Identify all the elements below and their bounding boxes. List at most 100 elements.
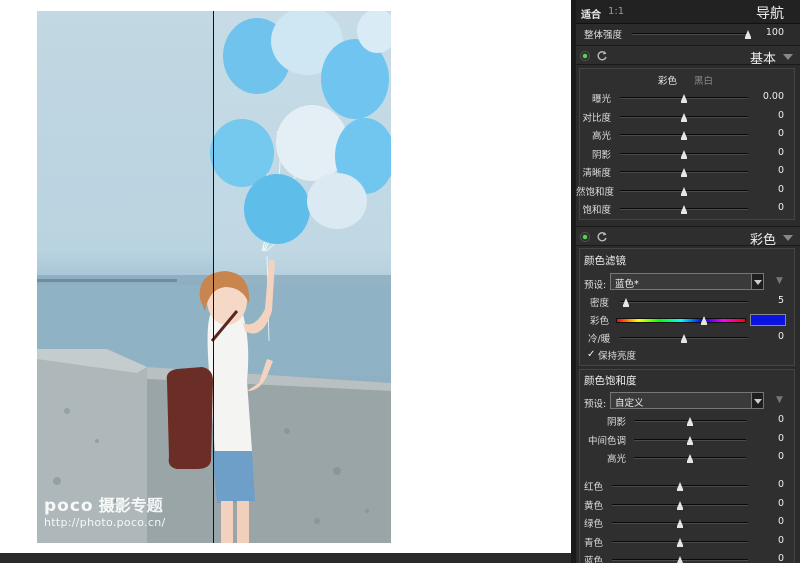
slider-thumb[interactable] (681, 94, 687, 103)
slider-value: 0 (777, 432, 784, 444)
slider-value: 0 (777, 128, 784, 139)
filter-color-swatch[interactable] (750, 314, 786, 326)
hue-row: 彩色 (576, 312, 800, 328)
slider-label: 绿色 (583, 519, 603, 530)
slider-track[interactable] (612, 500, 748, 510)
checkmark-icon[interactable]: ✓ (587, 350, 596, 360)
slider-label: 阴影 (591, 149, 611, 161)
enable-toggle-icon[interactable] (580, 232, 590, 242)
slider-value: 0 (777, 516, 784, 527)
slider-thumb[interactable] (681, 334, 687, 343)
warmth-slider[interactable] (620, 334, 748, 343)
slider-row: 对比度 0 (576, 109, 800, 125)
collapse-arrow-icon[interactable] (783, 54, 793, 60)
basic-section-header[interactable]: 基本 (576, 45, 800, 67)
slider-value: 0 (777, 479, 784, 490)
slider-thumb[interactable] (677, 519, 683, 528)
slider-value: 0 (777, 553, 784, 563)
enable-toggle-icon[interactable] (580, 51, 590, 61)
slider-label: 阴影 (606, 417, 626, 428)
slider-label: 蓝色 (583, 556, 603, 563)
density-label: 密度 (590, 298, 610, 309)
slider-thumb[interactable] (677, 482, 683, 491)
preserve-luminosity-label[interactable]: 保持亮度 (598, 348, 636, 362)
eyedropper-icon[interactable]: ▼ (776, 395, 786, 405)
basic-mode-tabs: 彩色 黑白 (576, 72, 800, 88)
tab-color[interactable]: 彩色 (658, 73, 677, 87)
slider-value: 0.00 (762, 91, 784, 102)
slider-label: 青色 (583, 537, 603, 549)
slider-track[interactable] (612, 537, 748, 547)
slider-thumb[interactable] (681, 205, 687, 214)
slider-thumb[interactable] (687, 454, 693, 463)
watermark: poco 摄影专题 http://photo.poco.cn/ (44, 498, 166, 529)
collapse-arrow-icon[interactable] (783, 235, 793, 241)
slider-row: 阴影 0 (576, 413, 800, 429)
slider-thumb[interactable] (681, 168, 687, 177)
canvas-status-bar (0, 553, 571, 563)
slider-track[interactable] (620, 94, 748, 103)
slider-value: 0 (777, 202, 784, 213)
slider-thumb[interactable] (681, 149, 687, 159)
slider-value: 0 (777, 414, 784, 425)
slider-row: 红色 0 (576, 478, 800, 494)
slider-thumb[interactable] (623, 298, 630, 307)
preserve-luminosity-row: ✓ 保持亮度 (576, 347, 800, 363)
chevron-down-icon[interactable] (751, 273, 764, 290)
warmth-label: 冷/暖 (588, 334, 611, 345)
slider-thumb[interactable] (701, 316, 708, 325)
slider-track[interactable] (620, 131, 748, 140)
overall-strength-slider[interactable] (632, 30, 751, 39)
chevron-down-icon[interactable] (751, 392, 764, 409)
navigator-title[interactable]: 导航 (756, 3, 784, 23)
slider-track[interactable] (620, 112, 748, 122)
slider-track[interactable] (620, 149, 748, 159)
slider-thumb[interactable] (677, 500, 683, 510)
density-value: 5 (777, 295, 784, 306)
reset-icon[interactable] (596, 50, 608, 62)
slider-label: 清晰度 (582, 168, 611, 179)
slider-track[interactable] (620, 168, 748, 177)
slider-thumb[interactable] (681, 112, 687, 122)
tab-bw[interactable]: 黑白 (694, 73, 713, 87)
zoom-fit-button[interactable]: 适合 (581, 6, 601, 21)
color-filter-title: 颜色滤镜 (584, 255, 626, 267)
eyedropper-icon[interactable]: ▼ (776, 276, 786, 286)
saturation-preset-select[interactable]: 自定义 (610, 392, 764, 409)
photo-preview[interactable] (37, 11, 391, 543)
slider-label: 高光 (606, 454, 626, 465)
before-after-split-line[interactable] (213, 11, 214, 543)
slider-thumb[interactable] (681, 186, 687, 196)
slider-thumb[interactable] (681, 131, 687, 140)
reset-icon[interactable] (596, 231, 608, 243)
slider-thumb[interactable] (687, 435, 693, 445)
slider-track[interactable] (612, 519, 748, 528)
slider-row: 高光 0 (576, 127, 800, 143)
slider-row: 绿色 0 (576, 515, 800, 531)
slider-track[interactable] (634, 417, 746, 426)
slider-track[interactable] (634, 454, 746, 463)
slider-thumb[interactable] (677, 556, 683, 563)
filter-preset-select[interactable]: 蓝色* (610, 273, 764, 290)
saturation-preset-value: 自定义 (615, 398, 644, 409)
slider-thumb[interactable] (677, 537, 683, 547)
density-slider[interactable] (620, 298, 748, 307)
slider-thumb[interactable] (687, 417, 693, 426)
slider-track[interactable] (620, 186, 748, 196)
basic-section-title: 基本 (749, 52, 776, 67)
filter-preset-value: 蓝色* (615, 279, 639, 290)
slider-track[interactable] (634, 435, 746, 445)
color-section-header[interactable]: 彩色 (576, 226, 800, 248)
slider-track[interactable] (620, 205, 748, 214)
warmth-value: 0 (777, 331, 784, 342)
slider-label: 中间色调 (587, 435, 626, 447)
density-row: 密度 5 (576, 294, 800, 310)
slider-row: 黄色 0 (576, 497, 800, 513)
slider-track[interactable] (612, 556, 748, 563)
slider-label: 饱和度 (582, 205, 611, 216)
hue-slider[interactable] (616, 316, 746, 325)
slider-track[interactable] (612, 482, 748, 491)
slider-row: 高光 0 (576, 450, 800, 466)
slider-label: 黄色 (583, 500, 603, 512)
zoom-1-1-button[interactable]: 1:1 (608, 6, 624, 17)
